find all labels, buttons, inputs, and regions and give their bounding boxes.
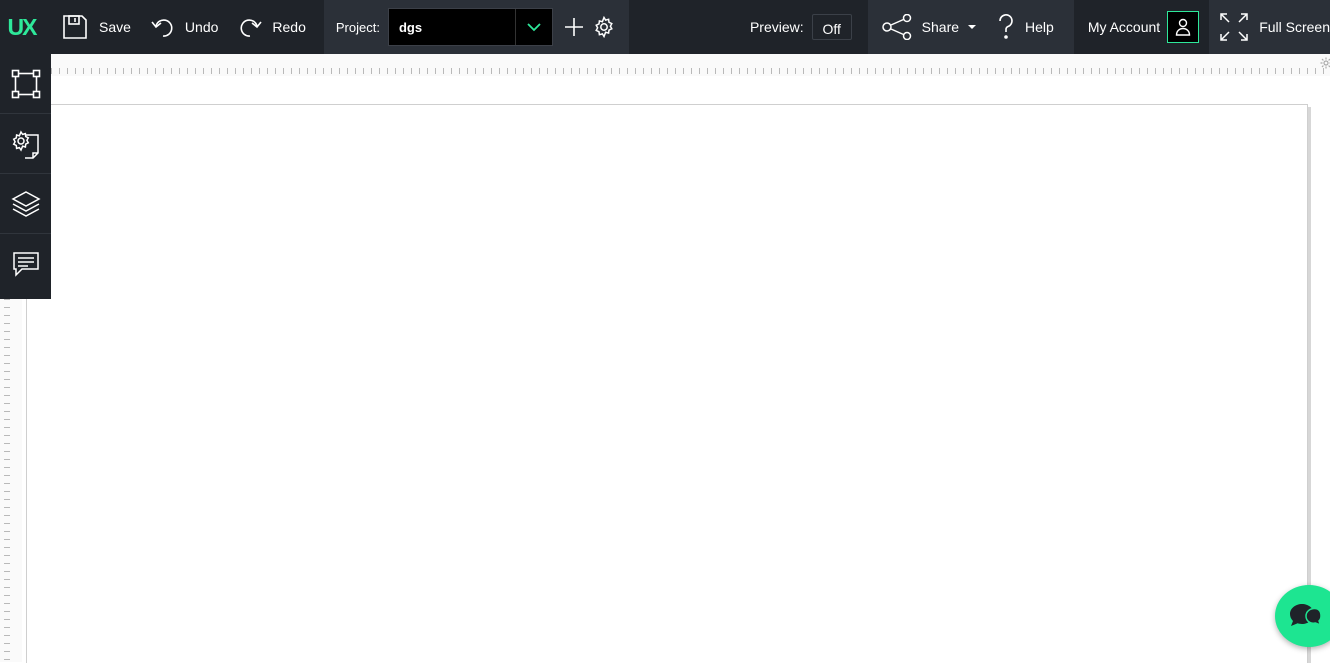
artboard-icon: [11, 69, 40, 98]
chat-bubbles-icon: [1290, 604, 1321, 627]
design-canvas[interactable]: [26, 104, 1308, 663]
floppy-disk-icon: [63, 15, 87, 39]
full-screen-button[interactable]: Full Screen: [1209, 0, 1330, 54]
share-nodes-icon: [881, 14, 911, 40]
left-sidebar: [0, 54, 51, 299]
ruler-settings-icon[interactable]: [1320, 57, 1330, 69]
chevron-down-icon[interactable]: [514, 9, 552, 45]
top-toolbar: UX Save Undo Redo Project: dgs Preview: …: [0, 0, 1330, 54]
project-select[interactable]: dgs: [387, 8, 553, 46]
preview-toggle[interactable]: Off: [811, 14, 852, 40]
account-label: My Account: [1087, 19, 1161, 35]
caret-down-icon: [968, 25, 977, 29]
sidebar-item-artboard[interactable]: [0, 54, 51, 114]
sidebar-item-layers[interactable]: [0, 174, 51, 234]
preview-label: Preview:: [749, 19, 804, 35]
comments-icon: [12, 252, 39, 277]
project-value: dgs: [398, 19, 423, 35]
full-screen-label: Full Screen: [1259, 19, 1330, 35]
layers-icon: [10, 190, 41, 217]
save-button[interactable]: Save: [51, 0, 141, 54]
app-logo[interactable]: UX: [0, 0, 43, 54]
share-help-group: Share Help: [867, 0, 1074, 54]
sidebar-item-comments[interactable]: [0, 234, 51, 294]
gear-icon: [595, 16, 613, 38]
plus-icon: [564, 18, 583, 36]
project-settings-button[interactable]: [589, 0, 619, 54]
horizontal-ruler: [51, 54, 1330, 76]
my-account-button[interactable]: My Account: [1073, 0, 1210, 54]
user-icon: [1167, 11, 1200, 43]
redo-arrow-icon: [240, 19, 263, 37]
expand-icon: [1220, 13, 1248, 41]
share-button[interactable]: Share: [881, 0, 987, 54]
vertical-ruler: [0, 299, 22, 662]
share-label: Share: [921, 19, 960, 35]
redo-button[interactable]: Redo: [228, 0, 315, 54]
help-button[interactable]: Help: [987, 0, 1064, 54]
add-project-button[interactable]: [559, 0, 589, 54]
help-label: Help: [1025, 19, 1054, 35]
page-settings-icon: [12, 129, 39, 159]
preview-group: Preview: Off: [750, 14, 852, 40]
redo-label: Redo: [272, 19, 306, 35]
undo-label: Undo: [184, 19, 219, 35]
save-label: Save: [99, 19, 131, 35]
sidebar-item-page-settings[interactable]: [0, 114, 51, 174]
undo-button[interactable]: Undo: [141, 0, 228, 54]
project-label: Project:: [335, 19, 380, 35]
undo-arrow-icon: [151, 19, 173, 37]
project-selector-group: Project: dgs: [323, 0, 629, 54]
question-mark-icon: [999, 14, 1013, 39]
